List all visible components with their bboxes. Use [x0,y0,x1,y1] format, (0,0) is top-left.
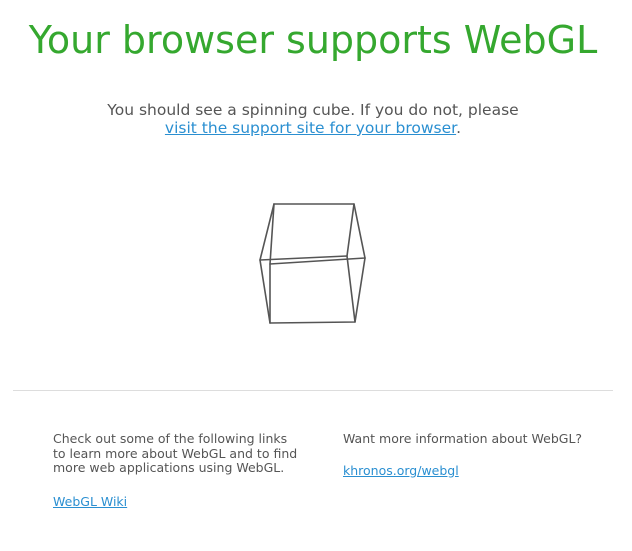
support-site-link[interactable]: visit the support site for your browser [165,119,456,137]
intro-text: You should see a spinning cube. If you d… [107,101,519,119]
intro-period: . [456,119,462,137]
spinning-cube-canvas [259,203,366,324]
more-info-text: Want more information about WebGL? [343,431,583,446]
section-divider [13,390,613,391]
webgl-wiki-link[interactable]: WebGL Wiki [53,494,127,510]
khronos-webgl-link[interactable]: khronos.org/webgl [343,463,459,479]
intro-message: You should see a spinning cube. If you d… [0,101,626,137]
cube-front-face [259,255,356,324]
cube-edge [354,257,366,323]
page-title: Your browser supports WebGL [28,18,598,62]
cube-edge [346,203,355,257]
learn-more-text: Check out some of the following links to… [53,431,298,475]
footer-left-column: Check out some of the following links to… [53,431,303,510]
footer-right-column: Want more information about WebGL? khron… [343,431,603,479]
